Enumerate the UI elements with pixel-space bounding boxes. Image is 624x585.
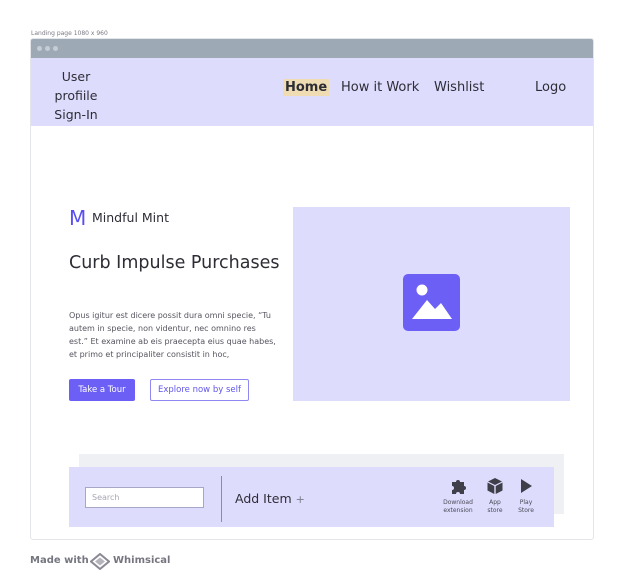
hero-image-placeholder xyxy=(293,207,570,401)
user-menu-line: profiile xyxy=(54,88,98,103)
play-label: Play xyxy=(519,499,533,506)
window-dot-icon xyxy=(37,46,42,51)
app-store-button[interactable]: App store xyxy=(482,477,508,515)
user-profile-signin[interactable]: User profiile Sign-In xyxy=(47,67,105,124)
hero-title: Curb Impulse Purchases xyxy=(69,253,280,273)
window-dot-icon xyxy=(45,46,50,51)
browser-window: User profiile Sign-In Home How it Work W… xyxy=(30,38,594,540)
whimsical-logo-icon xyxy=(90,553,110,570)
store-label: Store xyxy=(518,507,534,514)
add-item-button[interactable]: Add Item + xyxy=(235,491,305,506)
made-with-label: Made with xyxy=(30,555,89,566)
nav-logo[interactable]: Logo xyxy=(535,80,566,95)
user-menu-line: User xyxy=(61,69,91,84)
add-item-label: Add Item xyxy=(235,491,292,506)
window-dot-icon xyxy=(53,46,58,51)
top-navigation: User profiile Sign-In Home How it Work W… xyxy=(31,58,593,126)
store-label: store xyxy=(487,507,503,514)
play-icon xyxy=(521,479,532,493)
brand-mark: M xyxy=(69,206,87,230)
plus-icon: + xyxy=(295,493,305,506)
nav-wishlist[interactable]: Wishlist xyxy=(434,80,484,95)
footer-toolbar: Add Item + Download extension App store … xyxy=(69,467,554,527)
frame-label: Landing page 1080 x 960 xyxy=(31,30,108,37)
browser-title-bar xyxy=(31,39,593,58)
search-input[interactable] xyxy=(85,487,204,508)
app-label: App xyxy=(489,499,501,506)
extension-label: extension xyxy=(443,507,473,514)
play-store-button[interactable]: Play Store xyxy=(513,477,539,515)
nav-home[interactable]: Home xyxy=(283,79,330,96)
take-a-tour-button[interactable]: Take a Tour xyxy=(69,379,135,401)
download-extension-button[interactable]: Download extension xyxy=(438,477,478,515)
brand-name: Mindful Mint xyxy=(92,210,169,225)
toolbar-divider xyxy=(221,476,222,522)
download-label: Download xyxy=(443,499,473,506)
hero-description: Opus igitur est dicere possit dura omni … xyxy=(69,311,276,359)
user-menu-line: Sign-In xyxy=(54,107,98,122)
puzzle-icon xyxy=(452,480,466,494)
box-icon xyxy=(487,478,503,494)
image-placeholder-icon xyxy=(403,274,460,331)
whimsical-brand: Whimsical xyxy=(113,555,171,566)
explore-now-button[interactable]: Explore now by self xyxy=(150,379,249,401)
nav-how-it-work[interactable]: How it Work xyxy=(341,80,419,95)
